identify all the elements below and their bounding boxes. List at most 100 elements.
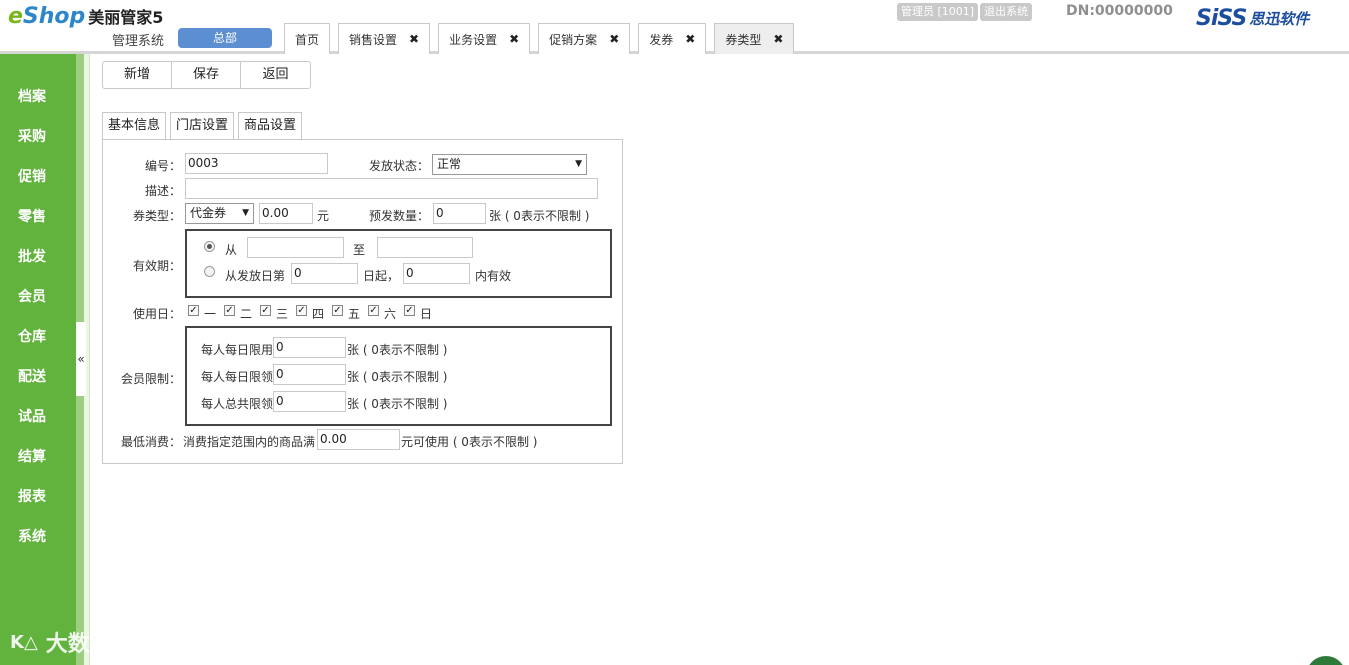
save-button[interactable]: 保存: [172, 62, 241, 88]
min-spend-input[interactable]: 0.00: [317, 429, 400, 450]
code-label: 编号：: [145, 159, 182, 173]
sidebar-item-trial[interactable]: 试品: [0, 406, 76, 426]
sidebar-item-system[interactable]: 系统: [0, 526, 76, 546]
validity-date-range-radio[interactable]: [204, 241, 215, 252]
tab-business-settings[interactable]: 业务设置 ✖: [438, 23, 531, 54]
code-input[interactable]: 0003: [185, 153, 328, 174]
watermark-logo: K△: [10, 631, 38, 653]
amount-unit: 元: [317, 209, 330, 223]
weekday-label-sun: 日: [420, 307, 433, 321]
sidebar-item-distribution[interactable]: 配送: [0, 366, 76, 386]
new-button[interactable]: 新增: [103, 62, 172, 88]
to-label: 至: [353, 243, 366, 257]
weekday-label-mon: 一: [204, 307, 217, 321]
dn-number: DN:00000000: [1066, 3, 1173, 19]
coupon-type-select[interactable]: 代金券 ▼: [185, 203, 254, 224]
preissue-qty-input[interactable]: 0: [433, 203, 486, 224]
issue-status-label: 发放状态：: [369, 159, 430, 173]
close-icon[interactable]: ✖: [685, 32, 695, 46]
sidebar: 档案 采购 促销 零售 批发 会员 仓库 配送 试品 结算 报表 系统: [0, 54, 76, 665]
collapse-sidebar-button[interactable]: «: [76, 322, 86, 396]
daily-claim-limit-input[interactable]: 0: [273, 364, 346, 385]
weekday-checkbox-wed[interactable]: ✓: [260, 305, 271, 316]
tab-promotion-plan[interactable]: 促销方案 ✖: [538, 23, 631, 54]
amount-input[interactable]: 0.00: [259, 203, 313, 224]
sidebar-item-promotion[interactable]: 促销: [0, 166, 76, 186]
weekday-checkbox-tue[interactable]: ✓: [224, 305, 235, 316]
member-limit-row-label: 每人总共限领: [201, 397, 274, 411]
close-icon[interactable]: ✖: [509, 32, 519, 46]
sidebar-item-settlement[interactable]: 结算: [0, 446, 76, 466]
tab-sales-settings[interactable]: 销售设置 ✖: [338, 23, 431, 54]
sidebar-item-report[interactable]: 报表: [0, 486, 76, 506]
close-icon[interactable]: ✖: [409, 32, 419, 46]
watermark-text: 大数跨境: [45, 632, 134, 657]
preissue-qty-unit: 张 ( 0表示不限制 ): [489, 209, 590, 223]
member-limit-row-label: 每人每日限用: [201, 343, 274, 357]
weekday-label-sat: 六: [384, 307, 397, 321]
issue-status-select[interactable]: 正常 ▼: [432, 154, 587, 175]
valid-days-input[interactable]: 0: [403, 263, 470, 284]
dropdown-arrow-icon: ▼: [575, 159, 582, 169]
logout-button[interactable]: 退出系统: [980, 3, 1033, 21]
coupon-type-label: 券类型：: [133, 209, 182, 223]
weekday-label-tue: 二: [240, 307, 253, 321]
member-limit-unit: 张 ( 0表示不限制 ): [347, 343, 448, 357]
member-limit-row-label: 每人每日限领: [201, 370, 274, 384]
issue-status-value: 正常: [437, 157, 462, 171]
sidebar-item-member[interactable]: 会员: [0, 286, 76, 306]
tab-label: 业务设置: [449, 32, 498, 47]
brand-cn: 思迅软件: [1249, 10, 1310, 28]
tab-issue-coupon[interactable]: 发券 ✖: [638, 23, 707, 54]
branch-button[interactable]: 总部: [178, 28, 272, 48]
brand-en: SiSS: [1196, 6, 1247, 31]
logo-e: e: [8, 4, 23, 29]
tab-product-settings[interactable]: 商品设置: [238, 112, 303, 139]
weekday-label-wed: 三: [276, 307, 289, 321]
total-claim-limit-input[interactable]: 0: [273, 391, 346, 412]
preissue-qty-label: 预发数量：: [369, 209, 430, 223]
description-label: 描述：: [145, 184, 182, 198]
weekday-label-thu: 四: [312, 307, 325, 321]
close-icon[interactable]: ✖: [773, 32, 783, 46]
start-day-input[interactable]: 0: [291, 263, 358, 284]
system-name: 管理系统: [112, 34, 165, 49]
weekday-checkbox-sat[interactable]: ✓: [368, 305, 379, 316]
sidebar-item-purchase[interactable]: 采购: [0, 126, 76, 146]
start-date-input[interactable]: [247, 237, 344, 258]
validity-box: 从 至 从发放日第 0 日起， 0 内有效: [185, 229, 612, 298]
min-spend-unit: 元可使用 ( 0表示不限制 ): [401, 435, 538, 449]
coupon-type-value: 代金券: [190, 206, 227, 220]
corner-icon: [1306, 656, 1346, 665]
form-tabs: 基本信息 门店设置 商品设置: [102, 112, 306, 139]
daily-use-limit-input[interactable]: 0: [273, 337, 346, 358]
close-icon[interactable]: ✖: [609, 32, 619, 46]
member-limit-unit: 张 ( 0表示不限制 ): [347, 370, 448, 384]
tab-label: 首页: [295, 32, 320, 47]
weekday-checkbox-mon[interactable]: ✓: [188, 305, 199, 316]
member-limit-box: 每人每日限用 0 张 ( 0表示不限制 ) 每人每日限领 0 张 ( 0表示不限…: [185, 326, 612, 426]
end-date-input[interactable]: [377, 237, 473, 258]
logo-shop: Shop: [22, 4, 86, 29]
sidebar-item-archive[interactable]: 档案: [0, 86, 76, 106]
description-input[interactable]: [185, 178, 598, 199]
weekday-checkbox-sun[interactable]: ✓: [404, 305, 415, 316]
tab-label: 销售设置: [349, 32, 398, 47]
sidebar-item-wholesale[interactable]: 批发: [0, 246, 76, 266]
days-from-label: 日起，: [363, 269, 400, 283]
weekday-checkbox-thu[interactable]: ✓: [296, 305, 307, 316]
tab-store-settings[interactable]: 门店设置: [170, 112, 235, 139]
sidebar-item-warehouse[interactable]: 仓库: [0, 326, 76, 346]
basic-info-form: 编号： 0003 发放状态： 正常 ▼ 描述： 券类型： 代金券 ▼ 0.00 元 …: [102, 139, 623, 464]
member-limit-label: 会员限制：: [121, 372, 182, 386]
tab-coupon-type[interactable]: 券类型 ✖: [714, 23, 795, 54]
dropdown-arrow-icon: ▼: [242, 208, 249, 218]
validity-days-radio[interactable]: [204, 266, 215, 277]
header: e Shop 美丽管家5 管理系统 总部 首页 销售设置 ✖ 业务设置 ✖ 促销方案 ✖ …: [0, 0, 1349, 54]
back-button[interactable]: 返回: [241, 62, 310, 88]
weekday-checkbox-fri[interactable]: ✓: [332, 305, 343, 316]
sidebar-item-retail[interactable]: 零售: [0, 206, 76, 226]
toolbar: 新增 保存 返回: [102, 61, 311, 89]
tab-basic-info[interactable]: 基本信息: [102, 112, 167, 139]
tab-home[interactable]: 首页: [284, 23, 331, 54]
